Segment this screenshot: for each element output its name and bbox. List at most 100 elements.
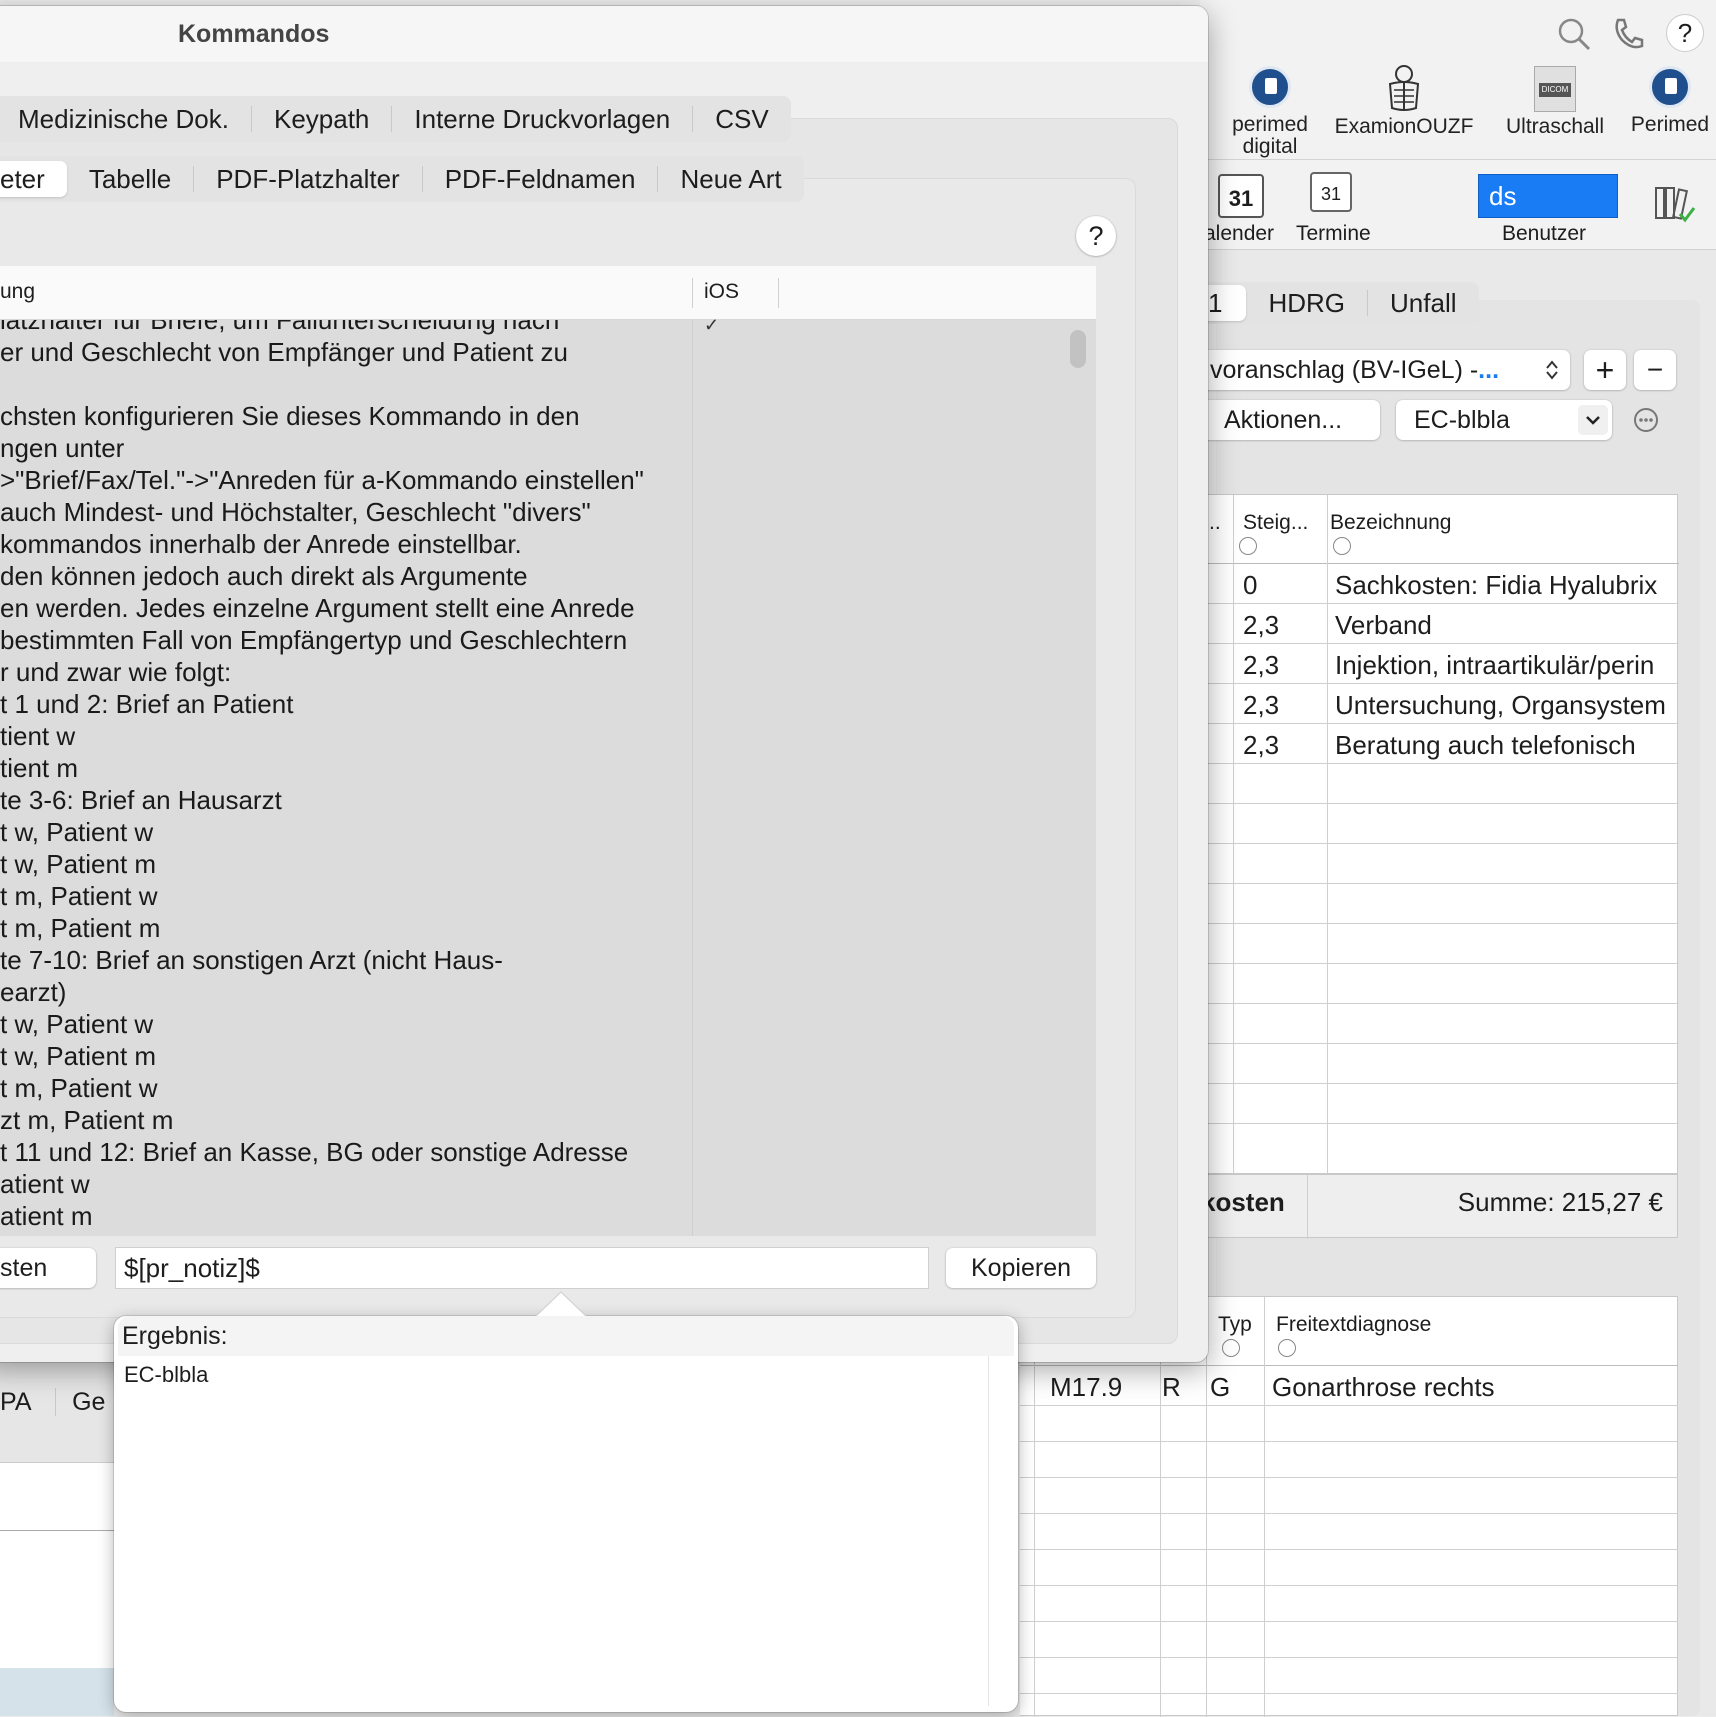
cost-select-ellipsis: ... [1478, 355, 1500, 384]
row-bezeichnung: Injektion, intraartikulär/perin [1335, 650, 1655, 680]
toolbar-item-perimed[interactable]: Perimed [1620, 66, 1716, 136]
tab-unfall[interactable]: Unfall [1368, 290, 1478, 316]
command-table-header: ung iOS [0, 266, 1096, 320]
benutzer-label: Benutzer [1502, 222, 1587, 245]
ec-select-value: EC-blbla [1414, 405, 1510, 434]
tab-pdf-platzhalter[interactable]: PDF-Platzhalter [194, 166, 423, 192]
tab-csv[interactable]: CSV [693, 106, 790, 132]
left-bg-list [0, 1462, 114, 1622]
dialog-title: Kommandos [178, 20, 330, 48]
description-line: tient w [0, 721, 76, 751]
description-line: t m, Patient w [0, 1073, 158, 1103]
description-line: bestimmten Fall von Empfängertyp und Ges… [0, 625, 628, 655]
termine-label: Termine [1296, 222, 1371, 245]
tab-tabelle[interactable]: Tabelle [67, 166, 195, 192]
row-steig: 2,3 [1243, 690, 1280, 720]
toolbar-item-perimed-digital[interactable]: perimed digital [1230, 66, 1310, 158]
termine-icon[interactable]: 31 [1310, 172, 1352, 212]
command-input[interactable]: $[pr_notiz]$ [115, 1247, 929, 1289]
row-steig: 2,3 [1243, 610, 1280, 640]
tab-ge[interactable]: Ge [55, 1388, 106, 1416]
calendar-icon[interactable]: 31 [1218, 174, 1264, 218]
result-label: Ergebnis: [118, 1316, 1014, 1356]
tab-keypath[interactable]: Keypath [252, 106, 393, 132]
description-line: >"Brief/Fax/Tel."->"Anreden für a-Komman… [0, 465, 644, 495]
right-tabs: 1 HDRG Unfall [1190, 282, 1479, 324]
phone-icon[interactable] [1612, 16, 1644, 52]
sort-radio[interactable] [1222, 1339, 1240, 1357]
description-line: kommandos innerhalb der Anrede einstellb… [0, 529, 522, 559]
diag-text: Gonarthrose rechts [1272, 1372, 1495, 1402]
col-header-beschreibung[interactable]: ung [0, 280, 35, 304]
command-table: ung iOS latzhalter für Briefe, um Fallun… [0, 266, 1096, 1236]
toolbar-item-ultraschall[interactable]: DICOM Ultraschall [1490, 66, 1620, 138]
diag-side: R [1162, 1372, 1181, 1402]
sum-label: Summe: 215,27 € [1457, 1187, 1663, 1217]
diag-col-header-freitext[interactable]: Freitextdiagnose [1268, 1305, 1431, 1345]
billing-footer: kosten Summe: 215,27 € [1200, 1174, 1678, 1239]
dialog-titlebar: Kommandos [0, 6, 1208, 62]
description-line: ngen unter [0, 433, 125, 463]
tab-hdrg[interactable]: HDRG [1246, 290, 1369, 316]
ios-check-icon: ✓ [704, 315, 720, 335]
dicom-icon: DICOM [1534, 66, 1576, 112]
row-steig: 2,3 [1243, 730, 1280, 760]
copy-button[interactable]: Kopieren [946, 1248, 1096, 1288]
description-line: den können jedoch auch direkt als Argume… [0, 561, 528, 591]
secondary-toolbar: 31 alender 31 Termine ds Benutzer [1200, 160, 1716, 250]
calendar-label: alender [1204, 222, 1275, 245]
cost-select-value: voranschlag (BV-IGeL) - [1210, 355, 1479, 384]
tab-medizinische-dok[interactable]: Medizinische Dok. [0, 106, 252, 132]
chevron-down-icon [1578, 405, 1608, 435]
description-line: r und zwar wie folgt: [0, 657, 232, 687]
ec-select[interactable]: EC-blbla [1396, 400, 1612, 440]
row-steig: 2,3 [1243, 650, 1280, 680]
description-line: t 11 und 12: Brief an Kasse, BG oder son… [0, 1137, 629, 1167]
left-bg-selected-row[interactable] [0, 1668, 114, 1716]
cost-estimate-select[interactable]: voranschlag (BV-IGeL) -... [1190, 350, 1570, 390]
bookshelf-check-icon[interactable] [1654, 184, 1696, 224]
termine-day: 31 [1320, 184, 1342, 204]
col-header-ios[interactable]: iOS [704, 280, 739, 304]
description-line: t w, Patient m [0, 849, 157, 879]
tab-neue-art[interactable]: Neue Art [658, 166, 803, 192]
scrollbar-thumb[interactable] [1070, 330, 1086, 368]
aktionen-button[interactable]: Aktionen... [1200, 400, 1380, 440]
help-button[interactable]: ? [1076, 216, 1116, 256]
calendar-day: 31 [1228, 186, 1254, 211]
tab-pdf-feldnamen[interactable]: PDF-Feldnamen [423, 166, 659, 192]
row-bezeichnung: Sachkosten: Fidia Hyalubrix [1335, 570, 1658, 600]
remove-button[interactable]: − [1634, 350, 1676, 390]
description-line: auch Mindest- und Höchstalter, Geschlech… [0, 497, 591, 527]
description-cell[interactable]: latzhalter für Briefe, um Fallunterschei… [0, 320, 692, 1236]
diag-code: M17.9 [1050, 1372, 1123, 1402]
tab-epa[interactable]: PA [0, 1388, 30, 1416]
sort-radio[interactable] [1278, 1339, 1296, 1357]
more-options-icon[interactable] [1632, 406, 1660, 434]
description-line: er und Geschlecht von Empfänger und Pati… [0, 337, 569, 367]
description-line: zt m, Patient m [0, 1105, 174, 1135]
description-line: atient w [0, 1169, 90, 1199]
sort-radio[interactable] [1239, 537, 1257, 555]
toolbar-item-examion[interactable]: ExamionOUZF [1334, 64, 1474, 138]
search-icon[interactable] [1556, 16, 1592, 52]
tab-interne-druckvorlagen[interactable]: Interne Druckvorlagen [392, 106, 694, 132]
row-bezeichnung: Beratung auch telefonisch [1335, 730, 1636, 760]
skeleton-icon [1388, 65, 1420, 111]
costs-label: kosten [1201, 1187, 1285, 1217]
toolbar-item-label: perimed digital [1232, 113, 1308, 158]
test-button[interactable]: sten [0, 1248, 96, 1288]
add-button[interactable]: + [1584, 350, 1626, 390]
description-line: t m, Patient m [0, 913, 161, 943]
help-icon[interactable]: ? [1666, 14, 1704, 52]
left-bg-panel: PA Ge [0, 1362, 114, 1716]
row-bezeichnung: Verband [1335, 610, 1432, 640]
sort-radio[interactable] [1333, 537, 1351, 555]
description-line: tient m [0, 753, 79, 783]
perimed-doc-icon [1249, 66, 1291, 108]
popover-arrow [534, 1291, 588, 1318]
tabs-row-1: Medizinische Dok. Keypath Interne Druckv… [0, 96, 791, 142]
benutzer-field[interactable]: ds [1478, 174, 1618, 218]
tab-parameter[interactable]: eter [0, 161, 67, 197]
row-bezeichnung: Untersuchung, Organsystem [1335, 690, 1666, 720]
